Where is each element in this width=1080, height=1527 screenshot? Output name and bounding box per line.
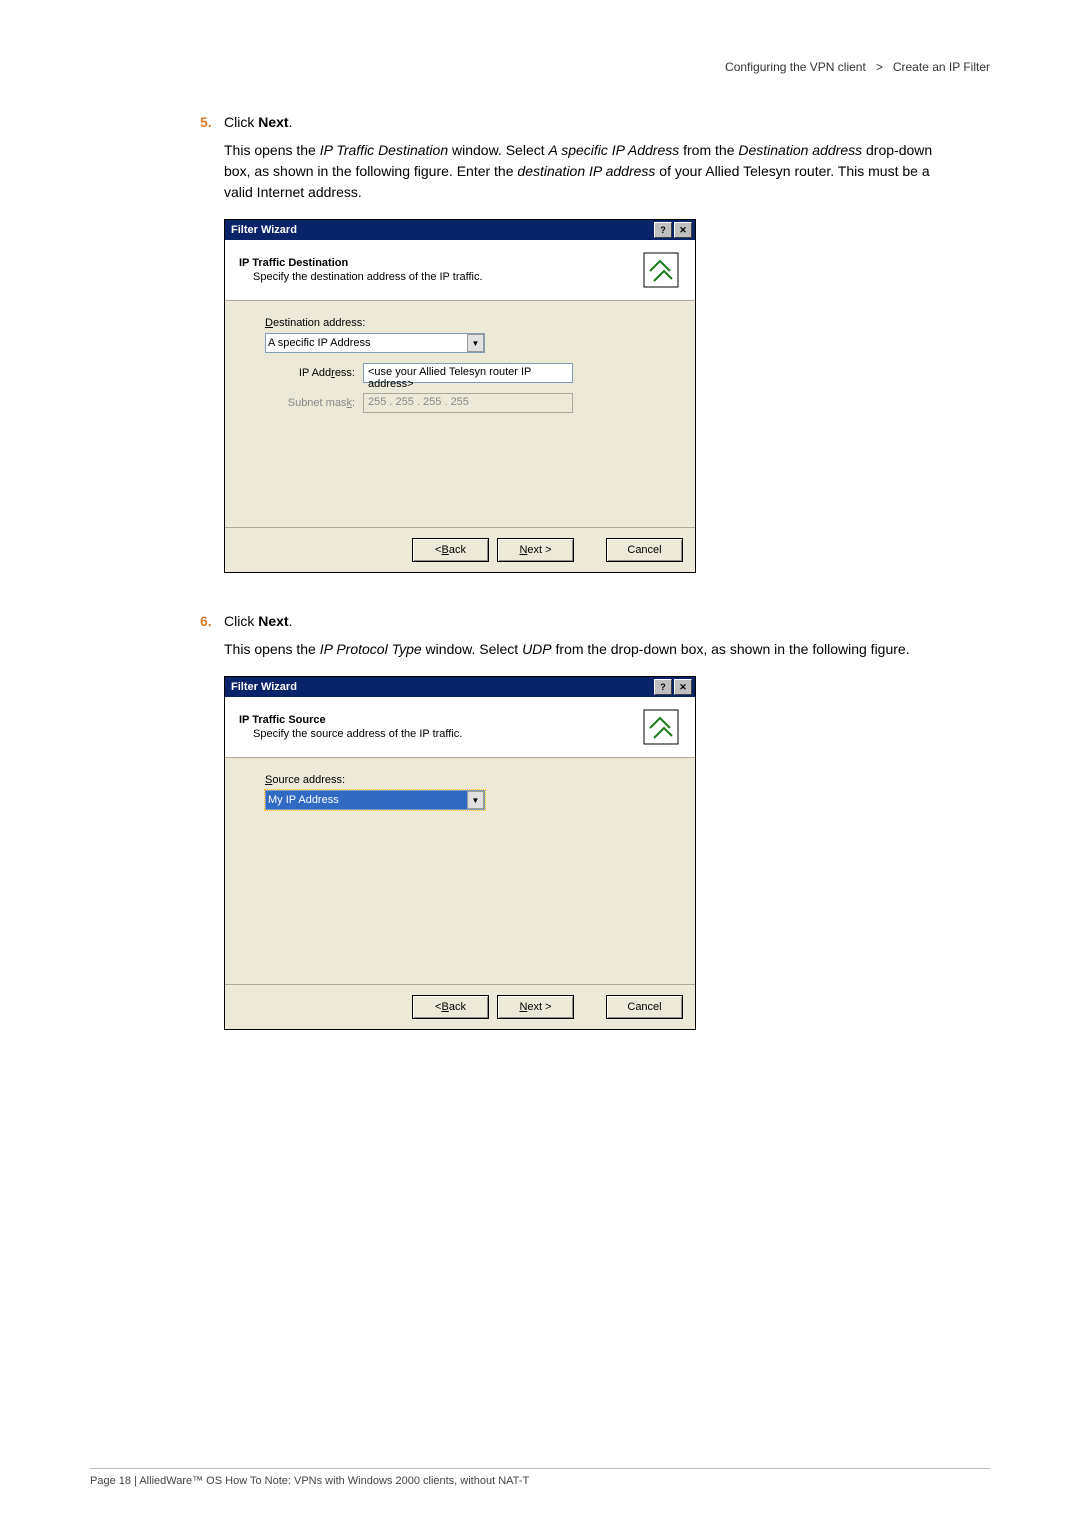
text: ess: (335, 367, 355, 379)
help-icon[interactable]: ? (654, 679, 672, 695)
wizard-titlebar: Filter Wizard ? ✕ (225, 677, 695, 697)
wizard-header: IP Traffic Destination Specify the desti… (225, 240, 695, 301)
text: ack (449, 1001, 466, 1013)
chevron-down-icon[interactable]: ▼ (467, 334, 484, 352)
source-address-label: Source address: (265, 774, 655, 786)
select-value: A specific IP Address (268, 337, 371, 349)
wizard-title: Filter Wizard (231, 681, 297, 693)
text: IP Add (299, 367, 331, 379)
filter-wizard-source: Filter Wizard ? ✕ IP Traffic Source Spec… (224, 676, 696, 1030)
text: B (441, 1001, 448, 1013)
wizard-header-sub: Specify the source address of the IP tra… (253, 728, 462, 740)
text: ext > (527, 1001, 551, 1013)
text: N (519, 1001, 527, 1013)
cancel-button[interactable]: Cancel (606, 538, 683, 562)
wizard-header: IP Traffic Source Specify the source add… (225, 697, 695, 758)
close-icon[interactable]: ✕ (674, 679, 692, 695)
page-footer: Page 18 | AlliedWare™ OS How To Note: VP… (90, 1468, 990, 1487)
text: . (289, 613, 293, 629)
select-value: My IP Address (268, 794, 339, 806)
wizard-title: Filter Wizard (231, 224, 297, 236)
text: ext > (527, 544, 551, 556)
text: ource address: (272, 774, 345, 786)
filter-wizard-destination: Filter Wizard ? ✕ IP Traffic Destination… (224, 219, 696, 573)
breadcrumb: Configuring the VPN client > Create an I… (90, 60, 990, 74)
ip-address-input[interactable]: <use your Allied Telesyn router IP addre… (363, 363, 573, 383)
text: N (519, 544, 527, 556)
next-button[interactable]: Next > (497, 995, 574, 1019)
text: . (289, 114, 293, 130)
text-bold: Next (258, 613, 288, 629)
text: Click (224, 114, 258, 130)
wizard-header-title: IP Traffic Source (239, 714, 462, 726)
step-number: 6. (200, 613, 224, 629)
text: ack (449, 544, 466, 556)
source-address-select[interactable]: My IP Address ▼ (265, 790, 485, 810)
text: B (441, 544, 448, 556)
step-paragraph: This opens the IP Protocol Type window. … (224, 639, 960, 660)
help-icon[interactable]: ? (654, 222, 672, 238)
back-button[interactable]: < Back (412, 538, 489, 562)
text: Subnet mas (288, 397, 347, 409)
back-button[interactable]: < Back (412, 995, 489, 1019)
step-paragraph: This opens the IP Traffic Destination wi… (224, 140, 960, 203)
breadcrumb-page: Create an IP Filter (893, 60, 990, 74)
text-bold: Next (258, 114, 288, 130)
close-icon[interactable]: ✕ (674, 222, 692, 238)
wizard-header-sub: Specify the destination address of the I… (253, 271, 483, 283)
step-instruction: Click Next. (224, 114, 292, 130)
destination-address-select[interactable]: A specific IP Address ▼ (265, 333, 485, 353)
wizard-banner-icon (641, 707, 681, 747)
step-instruction: Click Next. (224, 613, 292, 629)
breadcrumb-section: Configuring the VPN client (725, 60, 866, 74)
ip-address-label: IP Address: (265, 367, 355, 379)
text: : (352, 397, 355, 409)
wizard-titlebar: Filter Wizard ? ✕ (225, 220, 695, 240)
breadcrumb-sep: > (876, 60, 883, 74)
step-number: 5. (200, 114, 224, 130)
text: D (265, 317, 273, 329)
chevron-down-icon[interactable]: ▼ (467, 791, 484, 809)
wizard-banner-icon (641, 250, 681, 290)
wizard-header-title: IP Traffic Destination (239, 257, 483, 269)
subnet-mask-label: Subnet mask: (265, 397, 355, 409)
text: estination address: (273, 317, 365, 329)
text: Click (224, 613, 258, 629)
destination-address-label: Destination address: (265, 317, 655, 329)
next-button[interactable]: Next > (497, 538, 574, 562)
subnet-mask-input: 255 . 255 . 255 . 255 (363, 393, 573, 413)
cancel-button[interactable]: Cancel (606, 995, 683, 1019)
